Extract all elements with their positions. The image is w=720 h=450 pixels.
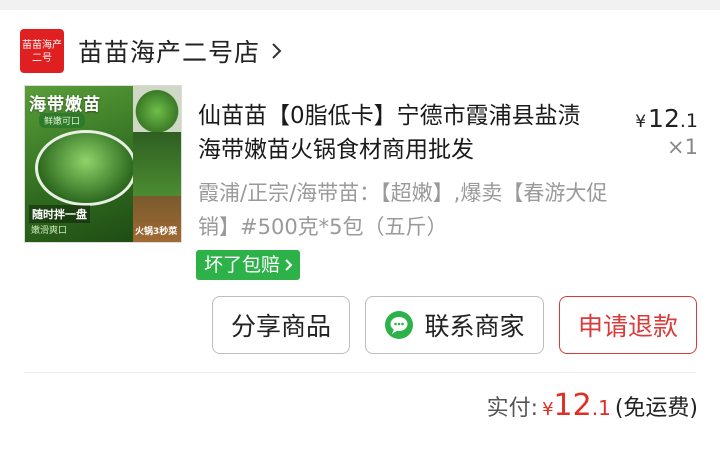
price-column: ¥12.1 ×1 bbox=[635, 104, 698, 159]
thumbnail-bowl-image bbox=[35, 130, 137, 206]
product-thumbnail[interactable]: 海带嫩苗 鲜嫩可口 随时拌一盘 嫩滑爽口 火锅3秒菜 bbox=[24, 85, 182, 243]
price-symbol: ¥ bbox=[635, 112, 647, 132]
wechat-chat-icon bbox=[385, 311, 414, 339]
store-logo-line2: 二号 bbox=[32, 53, 52, 64]
thumbnail-caption: 随时拌一盘 bbox=[29, 205, 90, 223]
paid-amount-integer: 12 bbox=[553, 388, 592, 423]
share-product-button[interactable]: 分享商品 bbox=[212, 296, 350, 354]
contact-merchant-button[interactable]: 联系商家 bbox=[365, 296, 544, 354]
guarantee-badge[interactable]: 坏了包赔 bbox=[196, 250, 301, 280]
shipping-note: (免运费) bbox=[614, 396, 698, 421]
store-name[interactable]: 苗苗海产二号店 bbox=[78, 33, 260, 69]
thumbnail-banner: 海带嫩苗 bbox=[29, 95, 101, 115]
thumbnail-subtitle: 鲜嫩可口 bbox=[39, 113, 86, 128]
product-price: ¥12.1 bbox=[635, 104, 698, 133]
chevron-right-icon bbox=[272, 43, 282, 59]
paid-label: 实付: bbox=[486, 396, 539, 421]
thumbnail-side-label: 火锅3秒菜 bbox=[135, 227, 178, 237]
thumbnail-caption-sub: 嫩滑爽口 bbox=[31, 226, 68, 236]
divider bbox=[24, 372, 696, 373]
order-card: 苗苗海产 二号 苗苗海产二号店 海带嫩苗 鲜嫩可口 随时拌一盘 嫩滑爽口 火锅3… bbox=[0, 10, 720, 450]
price-integer: 12 bbox=[648, 104, 680, 133]
product-title[interactable]: 仙苗苗【0脂低卡】宁德市霞浦县盐渍海带嫩苗火锅食材商用批发 bbox=[198, 99, 598, 167]
price-decimal: .1 bbox=[679, 110, 698, 132]
store-logo-line1: 苗苗海产 bbox=[22, 40, 62, 51]
guarantee-badge-label: 坏了包赔 bbox=[204, 254, 281, 276]
chevron-right-icon bbox=[285, 259, 293, 271]
payment-summary: 实付: ¥ 12 .1 (免运费) bbox=[487, 388, 698, 423]
request-refund-button[interactable]: 申请退款 bbox=[559, 296, 697, 354]
product-quantity: ×1 bbox=[667, 135, 698, 159]
store-logo: 苗苗海产 二号 bbox=[20, 29, 64, 73]
paid-amount-decimal: .1 bbox=[591, 396, 611, 420]
product-spec: 霞浦/正宗/海带苗：【超嫩】,爆卖【春游大促销】#500克*5包（五斤） bbox=[198, 181, 608, 239]
thumbnail-side-image-1 bbox=[133, 86, 181, 132]
contact-merchant-label: 联系商家 bbox=[424, 312, 525, 341]
thumbnail-side-image-2 bbox=[133, 132, 181, 196]
paid-currency-symbol: ¥ bbox=[542, 399, 554, 420]
store-header[interactable]: 苗苗海产 二号 苗苗海产二号店 bbox=[20, 28, 286, 74]
